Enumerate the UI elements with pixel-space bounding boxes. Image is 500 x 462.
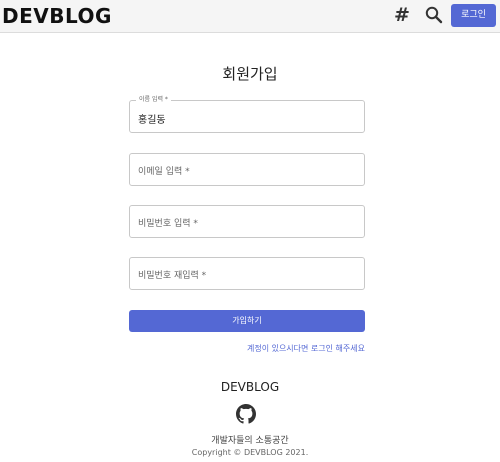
search-icon[interactable] xyxy=(425,5,443,25)
footer-copyright: Copyright © DEVBLOG 2021. xyxy=(191,448,309,457)
email-field[interactable]: 이메일 입력 * xyxy=(129,153,365,186)
password-confirm-field-placeholder: 비밀번호 재입력 * xyxy=(138,271,207,281)
password-confirm-field[interactable]: 비밀번호 재입력 * xyxy=(129,257,365,290)
page-title: 회원가입 xyxy=(222,65,278,83)
name-field[interactable]: 이름 입력 * 홍길동 xyxy=(129,95,365,133)
login-button[interactable]: 로그인 xyxy=(451,4,496,27)
password-field-placeholder: 비밀번호 입력 * xyxy=(138,219,198,229)
name-field-value: 홍길동 xyxy=(138,115,166,126)
signup-button[interactable]: 가입하기 xyxy=(129,310,365,332)
password-field[interactable]: 비밀번호 입력 * xyxy=(129,205,365,238)
footer-brand: DEVBLOG xyxy=(220,380,280,394)
brand-logo[interactable]: DEVBLOG xyxy=(2,4,112,28)
top-header: DEVBLOG # 로그인 xyxy=(0,0,500,33)
hash-icon[interactable]: # xyxy=(392,5,412,25)
login-link[interactable]: 계정이 있으시다면 로그인 해주세요 xyxy=(129,343,365,354)
name-field-label: 이름 입력 * xyxy=(136,95,171,105)
github-icon[interactable] xyxy=(236,404,256,424)
footer-tagline: 개발자들의 소통공간 xyxy=(211,436,289,446)
email-field-placeholder: 이메일 입력 * xyxy=(138,167,190,177)
